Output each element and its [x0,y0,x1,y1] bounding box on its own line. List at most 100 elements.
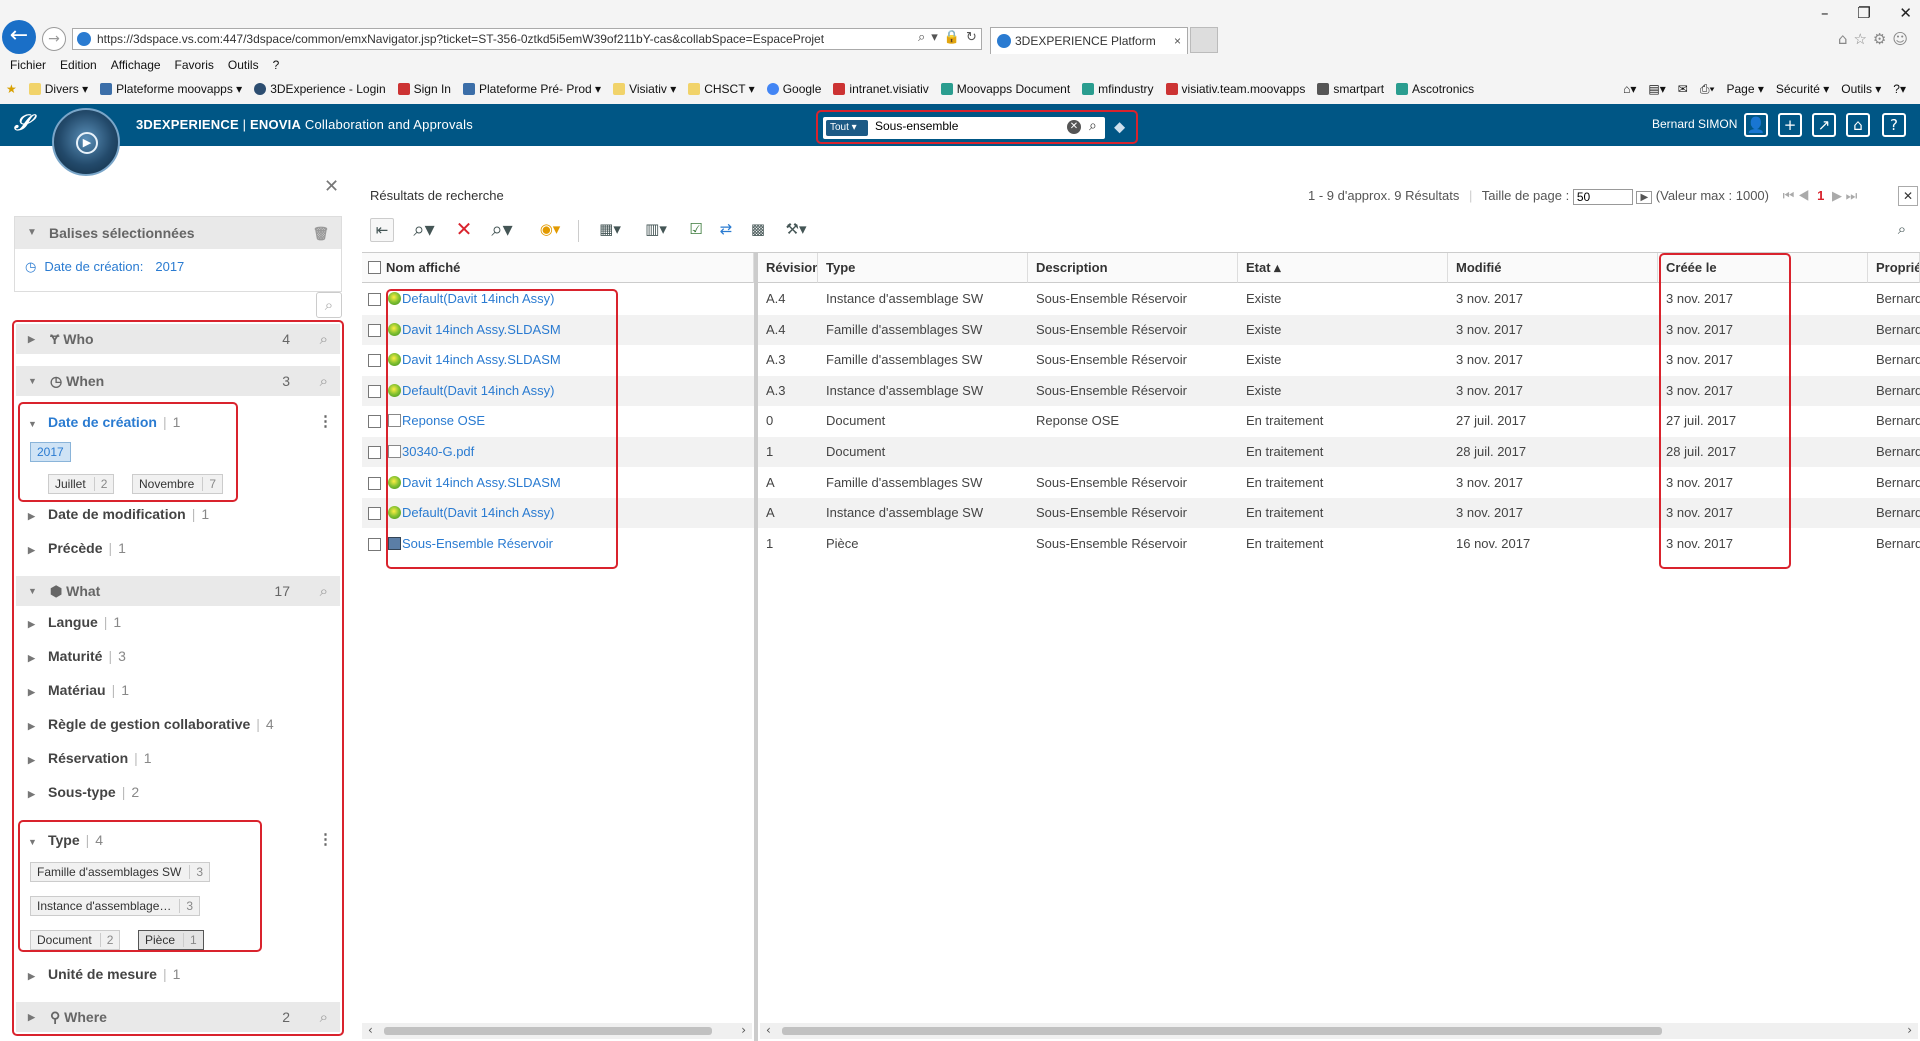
facet-item[interactable]: ▶ Sous-type | 2 [28,784,139,800]
collapse-panel-icon[interactable]: ⇤ [370,218,394,242]
trash-icon[interactable]: 🗑 [312,218,329,250]
facet-group-what[interactable]: ▼ ⬢ What 17 ⌕ [16,576,340,606]
address-tools-icon[interactable]: ⌕▾🔒↻ [918,30,983,45]
menu-item[interactable]: ? [273,58,280,72]
chip-year[interactable]: 2017 [30,442,71,462]
col-header[interactable]: Description [1028,253,1238,283]
menu-item[interactable]: Affichage [111,58,161,72]
close-results-icon[interactable]: ✕ [1898,186,1918,206]
fav-item[interactable]: Divers ▾ [28,82,88,96]
home-icon[interactable]: ⌂ [1846,113,1870,137]
col-header[interactable]: Nom affiché [362,253,754,283]
search-icon[interactable]: ⌕ [1089,118,1097,134]
chip-month[interactable]: Novembre 7 [132,474,224,494]
right-hscrollbar[interactable]: ‹ › [760,1023,1918,1039]
left-hscrollbar[interactable]: ‹ › [362,1023,752,1039]
menu-item[interactable]: Outils [228,58,259,72]
print-icon[interactable]: ⎙▾ [1700,82,1715,97]
more-icon[interactable]: ⋮ [318,830,333,848]
profile-icon[interactable]: 👤 [1744,113,1768,137]
col-header[interactable]: Type [818,253,1028,283]
fav-item[interactable]: 3DExperience - Login [254,82,386,96]
selected-tags-header[interactable]: ▼ Balises sélectionnées 🗑 [15,217,341,249]
col-header[interactable]: Révision [758,253,818,283]
close-panel-icon[interactable]: ✕ [324,176,339,197]
actions-icon[interactable]: ◉▾ [532,218,568,242]
cmd-security[interactable]: Sécurité ▾ [1776,82,1829,97]
search-icon[interactable]: ⌕ [320,576,328,606]
view-icon[interactable]: ⌕ [1890,218,1914,242]
fav-item[interactable]: smartpart [1317,82,1384,96]
facet-group-where[interactable]: ▶ ⚲ Where 2 ⌕ [16,1002,340,1032]
col-header[interactable]: Etat ▴ [1238,253,1448,283]
table-view-icon[interactable]: ▦▾ [592,218,628,242]
selected-tag[interactable]: ◷ Date de création: 2017 [15,249,341,275]
facet-item[interactable]: ▶ Langue | 1 [28,614,121,630]
grid-splitter[interactable] [754,253,758,1041]
more-icon[interactable]: ⋮ [318,412,333,430]
tag-icon[interactable]: ⬥ [1114,117,1125,137]
chip-month[interactable]: Juillet 2 [48,474,115,494]
compass-icon[interactable]: ▶ [52,108,120,176]
play-icon[interactable]: ▶ [76,132,98,154]
search-scope-dropdown[interactable]: Tout ▾ [826,120,868,136]
facet-item[interactable]: ▶ Règle de gestion collaborative | 4 [28,716,274,732]
fav-item[interactable]: Google [766,82,821,96]
facet-group-when[interactable]: ▼ ◷ When 3 ⌕ [16,366,340,396]
last-page-icon[interactable]: ▶ ⏭ [1832,188,1857,203]
facet-item[interactable]: ▶ Maturité | 3 [28,648,126,664]
home-icon[interactable]: ⌂▾ [1623,82,1636,97]
fav-item[interactable]: Moovapps Document [940,82,1070,96]
facet-item[interactable]: ▶ Matériau | 1 [28,682,129,698]
search-icon[interactable]: ⌕ [320,1002,328,1032]
fav-item[interactable]: visiativ.team.moovapps [1165,82,1305,96]
export-icon[interactable]: ⇄ [714,218,738,242]
fav-item[interactable]: Ascotronics [1396,82,1474,96]
browser-tab[interactable]: 3DEXPERIENCE Platform × [990,27,1188,54]
browser-right-icons[interactable]: ⌂☆⚙☺ [1838,30,1914,48]
menu-item[interactable]: Favoris [175,58,214,72]
new-tab-button[interactable] [1190,27,1218,53]
chip-type[interactable]: Famille d'assemblages SW 3 [30,862,211,882]
chip-type[interactable]: Pièce 1 [138,930,204,950]
menu-item[interactable]: Fichier [10,58,46,72]
search-box[interactable]: Tout ▾ Sous-ensemble ✕ ⌕ [823,117,1105,139]
fav-item[interactable]: mfindustry [1082,82,1154,96]
forward-arrow-icon[interactable]: → [42,27,66,51]
page-size-input[interactable] [1572,188,1633,205]
current-page[interactable]: 1 [1817,188,1824,203]
cmd-page[interactable]: Page ▾ [1726,82,1763,97]
fav-item[interactable]: Plateforme moovapps ▾ [100,82,242,96]
columns-icon[interactable]: ▥▾ [638,218,674,242]
cmd-tools[interactable]: Outils ▾ [1841,82,1881,97]
facet-search-icon[interactable]: ⌕ [316,292,342,318]
tools-icon[interactable]: ⚒▾ [778,218,814,242]
facet-item[interactable]: ▶ Réservation | 1 [28,750,152,766]
fav-item[interactable]: Visiativ ▾ [613,82,676,96]
facet-unite[interactable]: ▶ Unité de mesure | 1 [28,966,180,982]
help-icon[interactable]: ?▾ [1893,82,1906,97]
address-bar[interactable]: https://3dspace.vs.com:447/3dspace/commo… [72,28,982,50]
col-header[interactable]: Propriétaire [1868,253,1920,283]
first-page-icon[interactable]: ⏮ ◀ [1783,188,1810,203]
grid-icon[interactable]: ▩ [746,218,770,242]
fav-item[interactable]: intranet.visiativ [833,82,929,96]
search-input[interactable]: Sous-ensemble [875,119,958,133]
share-icon[interactable]: ↗ [1812,113,1836,137]
fav-item[interactable]: Plateforme Pré- Prod ▾ [462,82,601,96]
clear-search-icon[interactable]: ✕ [1067,120,1081,134]
add-icon[interactable]: + [1778,113,1802,137]
help-icon[interactable]: ? [1882,113,1906,137]
search-icon[interactable]: ⌕ [320,366,328,396]
facet-date-creation[interactable]: ▼ Date de création | 1 [28,414,180,430]
feeds-icon[interactable]: ▤▾ [1648,82,1665,97]
select-all-checkbox[interactable] [368,261,381,274]
menu-item[interactable]: Edition [60,58,97,72]
fav-item[interactable]: Sign In [397,82,451,96]
back-arrow-icon[interactable]: ← [2,20,36,54]
facet-date-modification[interactable]: ▶ Date de modification | 1 [28,506,209,522]
chip-type[interactable]: Instance d'assemblage… 3 [30,896,201,916]
facet-precede[interactable]: ▶ Précède | 1 [28,540,126,556]
page-size-go-icon[interactable]: ▶ [1636,191,1653,204]
fav-item[interactable]: CHSCT ▾ [688,82,755,96]
